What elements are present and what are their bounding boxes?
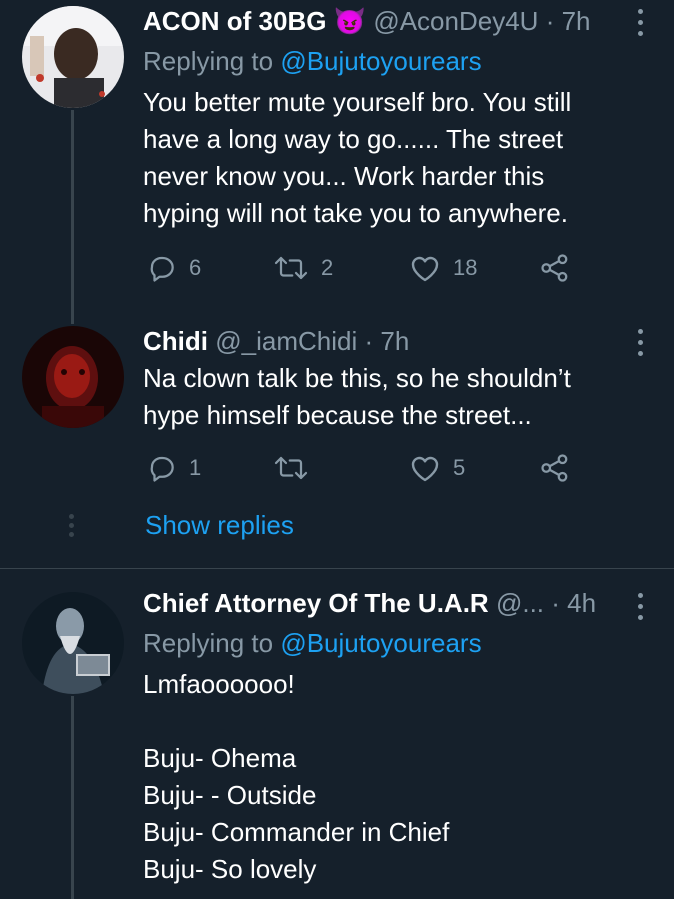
- tweet-text: You better mute yourself bro. You still …: [143, 87, 572, 228]
- timestamp[interactable]: 7h: [380, 326, 409, 356]
- retweet-button[interactable]: 2: [273, 248, 333, 288]
- thread-line: [71, 696, 74, 899]
- replying-to: Replying to @Bujutoyourears: [143, 44, 482, 78]
- share-button[interactable]: [539, 248, 571, 288]
- thread-dots: [69, 514, 76, 541]
- more-icon[interactable]: [634, 593, 646, 626]
- separator-dot: ·: [545, 6, 555, 36]
- share-button[interactable]: [539, 448, 571, 488]
- like-count: 18: [453, 255, 478, 280]
- like-icon: [411, 256, 439, 282]
- avatar[interactable]: [22, 326, 124, 428]
- like-count: 5: [453, 455, 466, 480]
- handle[interactable]: @AconDey4U: [373, 6, 538, 36]
- share-icon: [541, 254, 568, 282]
- tweet-chidi[interactable]: Chidi @_iamChidi · 7h Na clown talk be t…: [0, 318, 674, 570]
- mention-link[interactable]: @Bujutoyourears: [280, 46, 481, 76]
- handle[interactable]: @_iamChidi: [215, 326, 357, 356]
- separator-dot: ·: [551, 588, 560, 618]
- display-name[interactable]: Chidi: [143, 326, 208, 356]
- tweet-acon[interactable]: ACON of 30BG 😈 @AconDey4U · 7h Replying …: [0, 0, 674, 320]
- tweet-header: Chief Attorney Of The U.A.R @... · 4h: [143, 586, 634, 620]
- tweet-text: Lmfaoooooo! Buju- Ohema Buju- - Outside …: [143, 669, 450, 884]
- divider: [0, 568, 674, 569]
- timestamp[interactable]: 4h: [567, 588, 596, 618]
- retweet-count: 2: [321, 255, 334, 280]
- display-name[interactable]: ACON of 30BG: [143, 6, 326, 36]
- like-button[interactable]: 5: [409, 448, 465, 488]
- action-bar: 1 5: [143, 448, 583, 488]
- handle[interactable]: @...: [496, 588, 544, 618]
- tweet-text: Na clown talk be this, so he shouldn’t h…: [143, 363, 571, 430]
- reply-button[interactable]: 6: [147, 248, 201, 288]
- reply-button[interactable]: 1: [147, 448, 201, 488]
- mention-link[interactable]: @Bujutoyourears: [280, 628, 481, 658]
- retweet-icon: [274, 456, 308, 480]
- avatar[interactable]: [22, 6, 124, 108]
- replying-to-label: Replying to: [143, 628, 274, 658]
- like-button[interactable]: 18: [409, 248, 477, 288]
- more-icon[interactable]: [634, 9, 646, 42]
- thread-line: [71, 110, 74, 318]
- display-name[interactable]: Chief Attorney Of The U.A.R: [143, 588, 489, 618]
- devil-emoji-icon: 😈: [333, 6, 367, 36]
- avatar[interactable]: [22, 592, 124, 694]
- tweet-header: ACON of 30BG 😈 @AconDey4U · 7h: [143, 4, 604, 38]
- reply-icon: [150, 456, 174, 482]
- like-icon: [411, 456, 439, 482]
- retweet-icon: [274, 256, 308, 280]
- retweet-button[interactable]: [273, 448, 321, 488]
- thread-line: [71, 318, 74, 324]
- tweet-header: Chidi @_iamChidi · 7h: [143, 324, 604, 358]
- reply-count: 1: [189, 455, 202, 480]
- more-icon[interactable]: [634, 329, 646, 362]
- replying-to: Replying to @Bujutoyourears: [143, 626, 482, 660]
- replying-to-label: Replying to: [143, 46, 274, 76]
- reply-icon: [150, 256, 174, 282]
- action-bar: 6 2 18: [143, 248, 583, 288]
- share-icon: [541, 454, 568, 482]
- reply-count: 6: [189, 255, 202, 280]
- separator-dot: ·: [364, 326, 374, 356]
- show-replies-link[interactable]: Show replies: [145, 510, 294, 541]
- tweet-chief-attorney[interactable]: Chief Attorney Of The U.A.R @... · 4h Re…: [0, 586, 674, 899]
- timestamp[interactable]: 7h: [562, 6, 591, 36]
